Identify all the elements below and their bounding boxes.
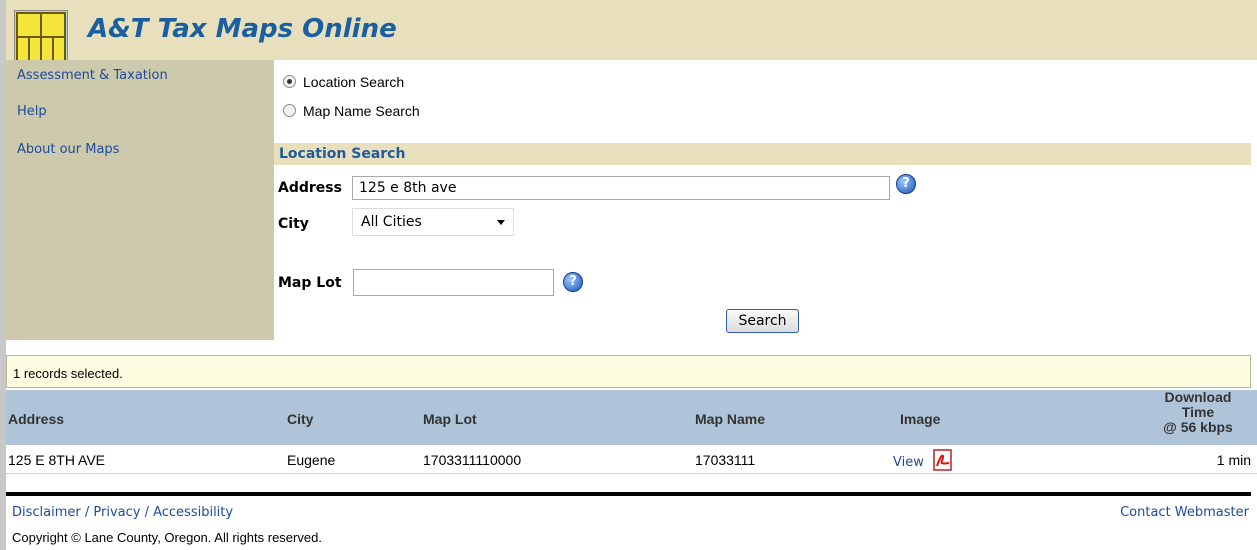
radio-button-checked[interactable] (283, 75, 296, 88)
city-label: City (278, 216, 309, 232)
column-header-city: City (287, 411, 314, 427)
cell-map-name: 17033111 (695, 452, 756, 468)
map-grid-logo-icon (14, 10, 68, 64)
results-table-header: Address City Map Lot Map Name Image Down… (6, 390, 1257, 445)
sidebar: Assessment & Taxation Help About our Map… (6, 60, 274, 340)
maplot-label: Map Lot (278, 275, 342, 291)
city-select-value: All Cities (361, 214, 422, 230)
help-question-icon[interactable]: ? (563, 272, 583, 292)
app-header: A&T Tax Maps Online (6, 0, 1257, 64)
download-header-line: Download (1164, 389, 1232, 405)
city-select[interactable]: All Cities (352, 208, 514, 236)
sidebar-item-help[interactable]: Help (17, 104, 47, 119)
download-header-line: Time (1181, 404, 1215, 420)
radio-button[interactable] (283, 104, 296, 117)
cell-address: 125 E 8TH AVE (8, 452, 106, 468)
column-header-download-time: Download Time @ 56 kbps (1143, 390, 1253, 435)
contact-webmaster-link[interactable]: Contact Webmaster (1120, 505, 1249, 520)
radio-map-name-search[interactable]: Map Name Search (283, 103, 420, 119)
cell-city: Eugene (287, 452, 336, 468)
cell-download-time: 1 min (1216, 452, 1251, 468)
section-header: Location Search (274, 143, 1251, 165)
records-status: 1 records selected. (6, 355, 1251, 388)
column-header-address: Address (8, 411, 65, 427)
table-row: 125 E 8TH AVE Eugene 1703311110000 17033… (6, 447, 1257, 474)
view-image-link[interactable]: View (893, 455, 924, 470)
radio-label: Location Search (303, 74, 405, 90)
radio-location-search[interactable]: Location Search (283, 74, 404, 90)
address-label: Address (278, 180, 342, 196)
pdf-icon[interactable] (931, 449, 955, 471)
download-header-line: @ 56 kbps (1163, 419, 1233, 435)
copyright-text: Copyright © Lane County, Oregon. All rig… (12, 530, 322, 545)
chevron-down-icon (497, 220, 505, 225)
footer-divider (6, 492, 1251, 496)
column-header-image: Image (900, 411, 941, 427)
search-button[interactable]: Search (726, 309, 799, 333)
address-input[interactable] (352, 176, 890, 200)
cell-map-lot: 1703311110000 (423, 452, 522, 468)
sidebar-item-assessment-taxation[interactable]: Assessment & Taxation (17, 68, 168, 83)
section-title: Location Search (279, 146, 406, 162)
maplot-input[interactable] (353, 269, 554, 296)
column-header-map-lot: Map Lot (423, 411, 477, 427)
app-title: A&T Tax Maps Online (88, 14, 397, 44)
radio-label: Map Name Search (303, 103, 420, 119)
footer-links[interactable]: Disclaimer / Privacy / Accessibility (12, 505, 233, 520)
column-header-map-name: Map Name (695, 411, 766, 427)
sidebar-item-about-our-maps[interactable]: About our Maps (17, 142, 119, 157)
help-question-icon[interactable]: ? (896, 174, 916, 194)
